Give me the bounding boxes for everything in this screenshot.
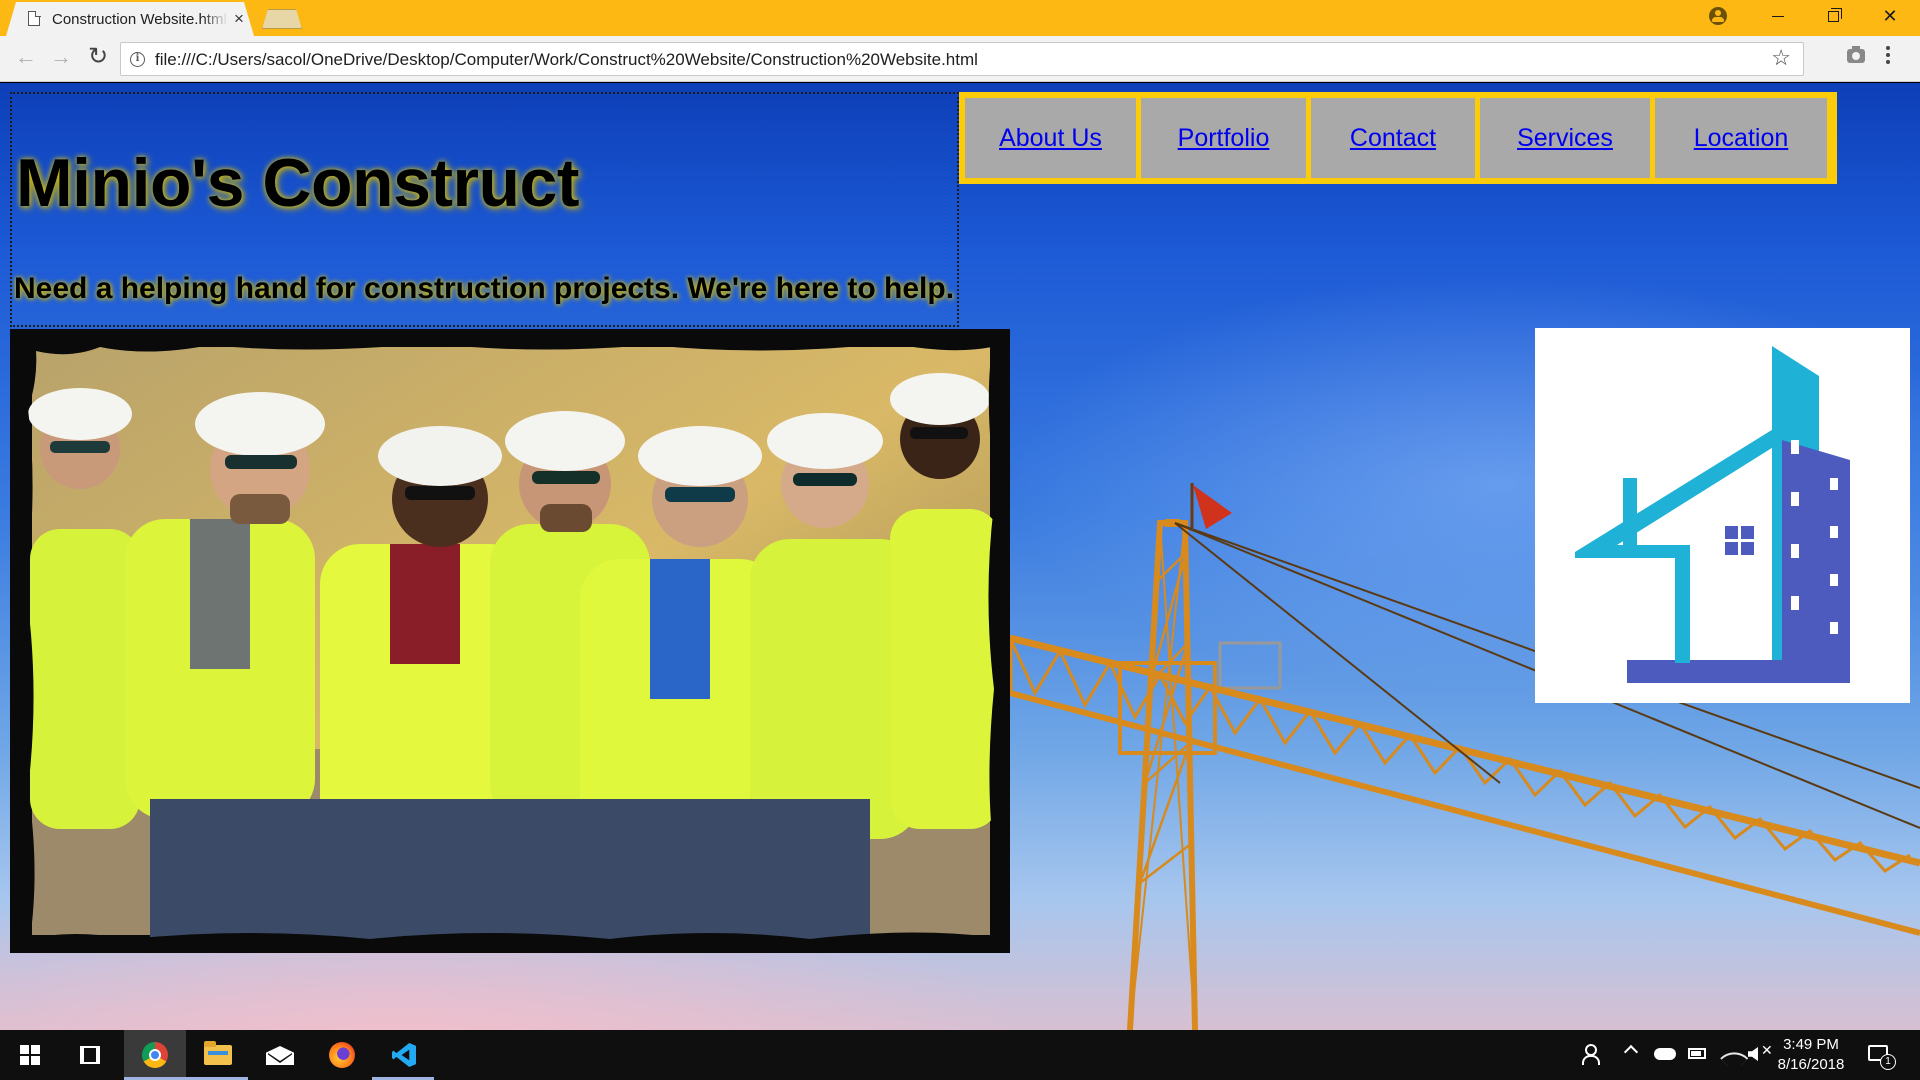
task-view-icon xyxy=(80,1046,100,1064)
clock-time: 3:49 PM xyxy=(1783,1036,1839,1053)
taskbar-chrome[interactable] xyxy=(124,1030,186,1080)
start-button[interactable] xyxy=(0,1030,60,1080)
nav-item-contact[interactable]: Contact xyxy=(1311,98,1475,178)
minimize-button[interactable] xyxy=(1750,0,1806,32)
nav-link-contact[interactable]: Contact xyxy=(1350,124,1436,153)
chevron-up-icon[interactable] xyxy=(1623,1044,1639,1060)
speaker-mute-icon[interactable] xyxy=(1748,1047,1758,1061)
restore-icon xyxy=(1828,8,1842,22)
taskbar-firefox[interactable] xyxy=(310,1030,372,1080)
notification-count-badge: 1 xyxy=(1880,1054,1896,1070)
vscode-icon xyxy=(392,1043,416,1067)
tagline: Need a helping hand for construction pro… xyxy=(14,272,955,305)
system-clock[interactable]: 3:49 PM 8/16/2018 xyxy=(1768,1035,1854,1075)
people-icon[interactable] xyxy=(1580,1044,1600,1065)
tab-title: Construction Website.html xyxy=(52,11,228,28)
nav-link-portfolio[interactable]: Portfolio xyxy=(1178,124,1270,153)
taskbar-file-explorer[interactable] xyxy=(186,1030,248,1080)
nav-link-about-us[interactable]: About Us xyxy=(999,124,1102,153)
document-icon xyxy=(28,10,41,26)
folder-icon xyxy=(204,1041,232,1065)
minimize-icon xyxy=(1772,16,1784,17)
taskbar-mail[interactable] xyxy=(248,1030,310,1080)
onedrive-icon[interactable] xyxy=(1654,1048,1676,1060)
site-title: Minio's Construct xyxy=(16,145,580,221)
firefox-icon xyxy=(329,1042,355,1068)
tab-close-icon[interactable]: × xyxy=(234,10,244,28)
chrome-icon xyxy=(142,1042,168,1068)
nav-item-portfolio[interactable]: Portfolio xyxy=(1141,98,1306,178)
team-photo xyxy=(10,329,1010,953)
new-tab-button[interactable] xyxy=(262,9,302,29)
bookmark-star-icon[interactable]: ☆ xyxy=(1771,45,1791,71)
browser-tab[interactable]: Construction Website.html × xyxy=(6,2,254,36)
forward-arrow-icon[interactable]: → xyxy=(48,45,74,71)
camera-icon[interactable] xyxy=(1847,46,1865,63)
profile-icon[interactable] xyxy=(1709,7,1727,25)
nav-item-services[interactable]: Services xyxy=(1480,98,1650,178)
company-logo xyxy=(1535,328,1910,703)
address-bar[interactable]: i file:///C:/Users/sacol/OneDrive/Deskto… xyxy=(120,42,1804,76)
task-view-button[interactable] xyxy=(60,1030,122,1080)
wifi-icon[interactable] xyxy=(1720,1044,1749,1073)
restore-button[interactable] xyxy=(1806,0,1862,32)
browser-toolbar: ← → ↻ i file:///C:/Users/sacol/OneDrive/… xyxy=(0,36,1920,82)
close-window-button[interactable]: ✕ xyxy=(1862,0,1918,32)
nav-link-location[interactable]: Location xyxy=(1694,124,1789,153)
url-text[interactable]: file:///C:/Users/sacol/OneDrive/Desktop/… xyxy=(155,50,978,70)
battery-icon[interactable] xyxy=(1688,1048,1706,1059)
taskbar: ✕ 3:49 PM 8/16/2018 1 xyxy=(0,1030,1920,1080)
windows-logo-icon xyxy=(20,1045,40,1065)
taskbar-vscode[interactable] xyxy=(372,1030,434,1080)
mail-icon xyxy=(266,1046,294,1065)
page-viewport: Minio's Construct Need a helping hand fo… xyxy=(0,83,1920,1030)
menu-icon[interactable] xyxy=(1886,46,1890,68)
back-arrow-icon[interactable]: ← xyxy=(13,45,39,71)
main-navigation: About Us Portfolio Contact Services Loca… xyxy=(959,92,1837,184)
nav-item-about-us[interactable]: About Us xyxy=(965,98,1136,178)
nav-link-services[interactable]: Services xyxy=(1517,124,1613,153)
browser-title-bar: Construction Website.html × ✕ xyxy=(0,0,1920,36)
clock-date: 8/16/2018 xyxy=(1777,1056,1845,1073)
info-icon[interactable]: i xyxy=(130,52,145,67)
reload-icon[interactable]: ↻ xyxy=(85,45,111,71)
nav-item-location[interactable]: Location xyxy=(1655,98,1827,178)
header-section: Minio's Construct Need a helping hand fo… xyxy=(10,92,959,327)
